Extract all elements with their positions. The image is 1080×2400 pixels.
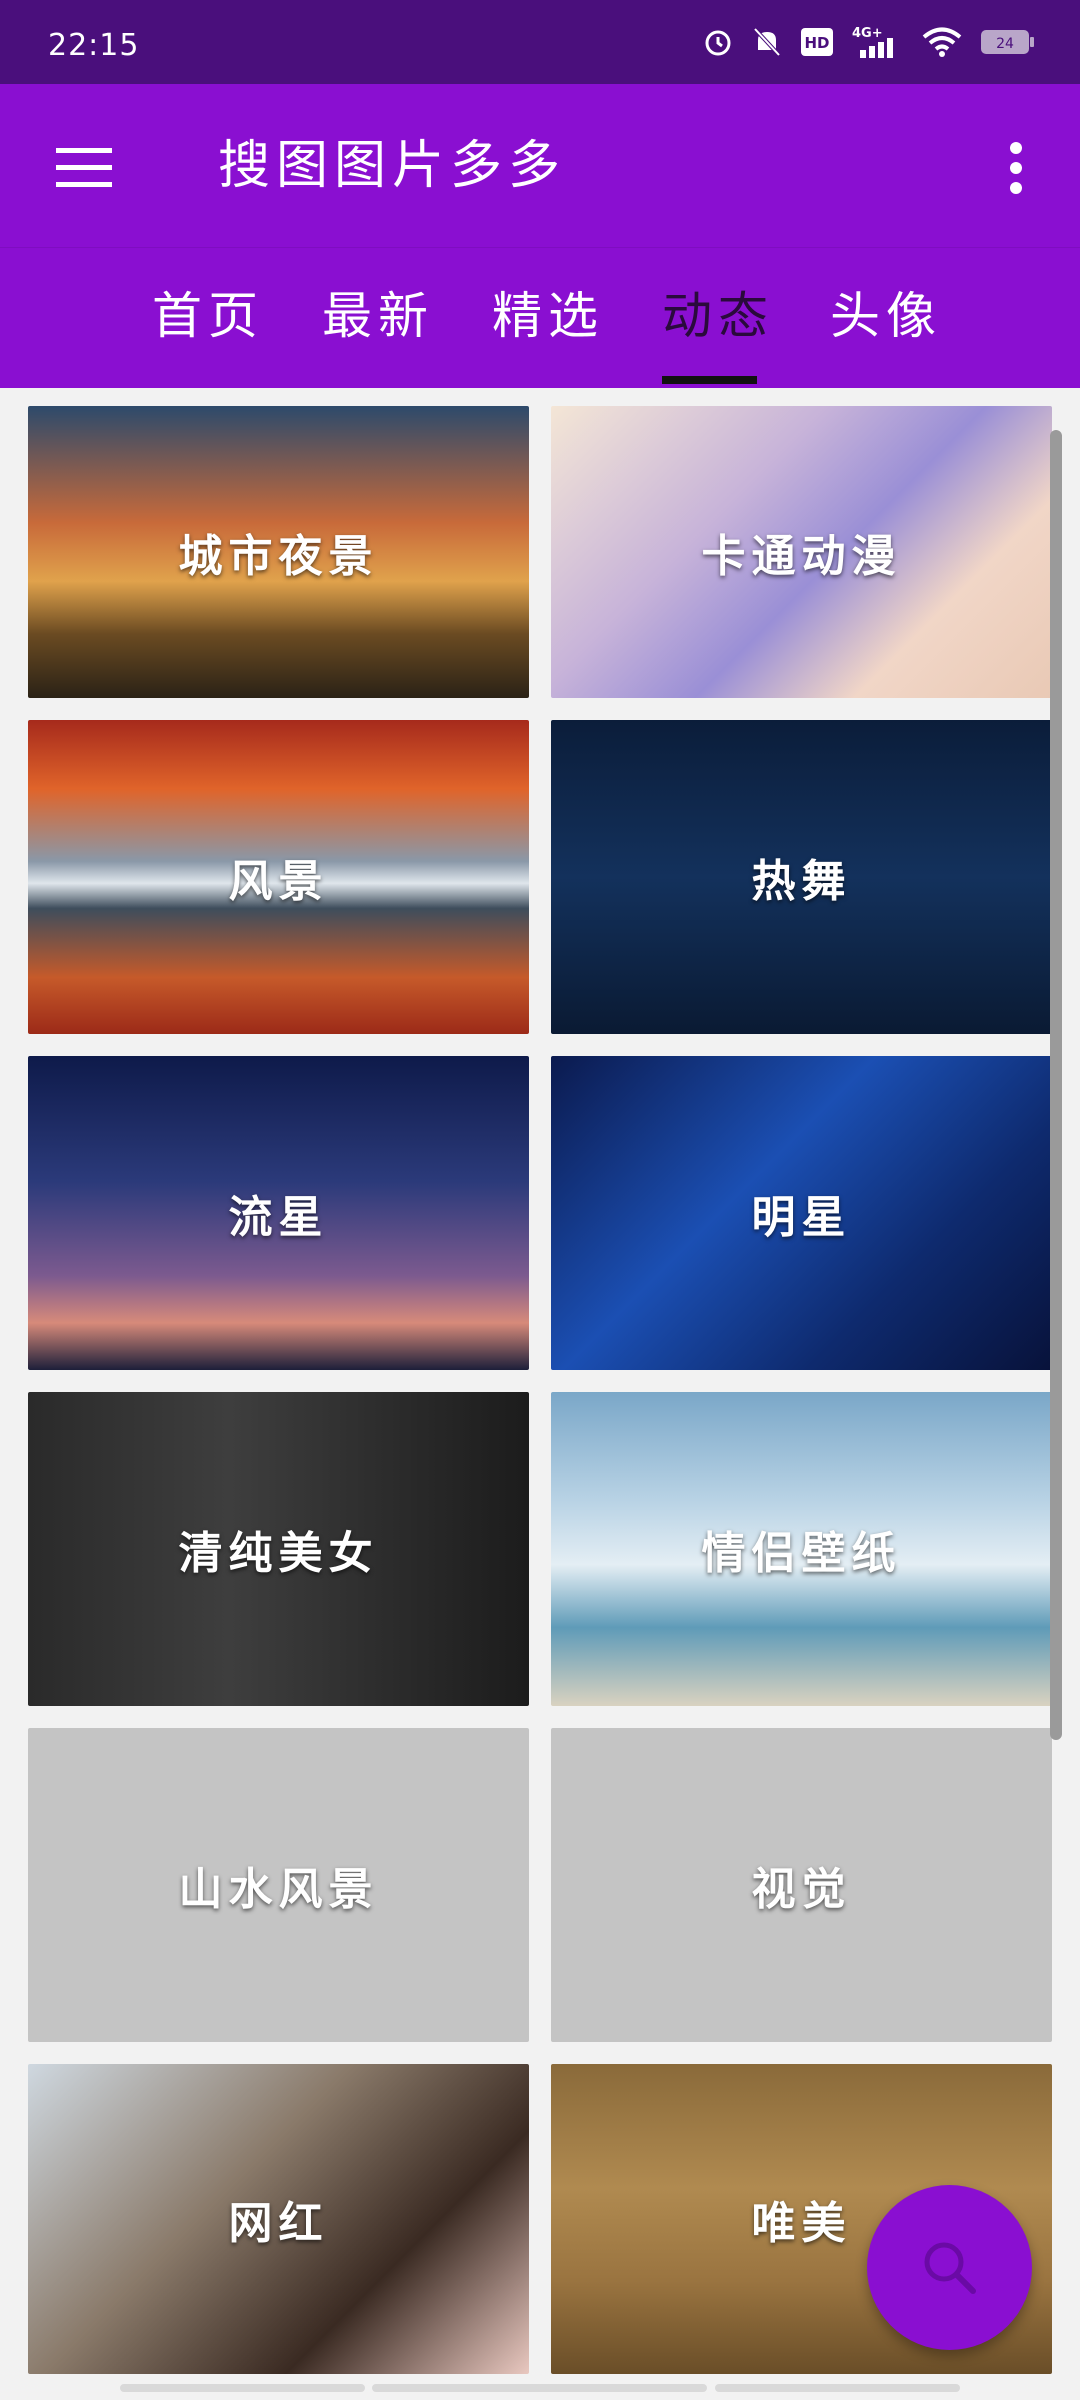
bottom-handle: [0, 2384, 1080, 2400]
status-time: 22:15: [48, 28, 140, 63]
more-vertical-icon[interactable]: [996, 140, 1036, 196]
category-card-landscape[interactable]: 山水风景: [28, 1728, 529, 2042]
mute-icon: [753, 27, 781, 57]
scrollbar[interactable]: [1050, 430, 1062, 1740]
category-label: 风景: [228, 856, 329, 907]
category-card-visual[interactable]: 视觉: [551, 1728, 1052, 2042]
tab-avatar[interactable]: 头像: [830, 284, 942, 348]
app-bar: 搜图图片多多: [0, 84, 1080, 247]
tab-bar: 首页 最新 精选 动态 头像: [0, 247, 1080, 388]
svg-text:4G+: 4G+: [852, 26, 883, 41]
category-label: 清纯美女: [178, 1528, 379, 1579]
menu-icon[interactable]: [56, 148, 112, 188]
svg-text:HD: HD: [804, 34, 829, 52]
category-card-anime[interactable]: 卡通动漫: [551, 406, 1052, 698]
tab-latest[interactable]: 最新: [322, 284, 434, 348]
tab-home[interactable]: 首页: [152, 284, 264, 348]
app-title: 搜图图片多多: [218, 136, 567, 196]
category-label: 网红: [228, 2198, 329, 2249]
wifi-icon: [922, 27, 962, 57]
category-label: 情侣壁纸: [701, 1528, 902, 1579]
category-card-influencer[interactable]: 网红: [28, 2064, 529, 2374]
search-fab[interactable]: [867, 2185, 1032, 2350]
tab-indicator: [662, 376, 757, 384]
status-bar: 22:15 HD 4G+ 24: [0, 0, 1080, 84]
tab-featured[interactable]: 精选: [492, 284, 604, 348]
tab-dynamic[interactable]: 动态: [662, 284, 774, 348]
category-card-couple-wallpaper[interactable]: 情侣壁纸: [551, 1392, 1052, 1706]
alarm-icon: [705, 30, 731, 56]
battery-icon: 24: [981, 30, 1034, 54]
category-label: 山水风景: [178, 1864, 379, 1915]
category-label: 热舞: [751, 856, 852, 907]
hd-icon: HD: [801, 28, 833, 56]
category-grid: 城市夜景 卡通动漫 风景 热舞 流星 明星 清纯美女 情侣壁纸 山水风景 视觉 …: [0, 388, 1080, 2398]
category-card-celebrity[interactable]: 明星: [551, 1056, 1052, 1370]
category-label: 流星: [228, 1192, 329, 1243]
category-label: 城市夜景: [178, 531, 379, 582]
category-label: 视觉: [751, 1864, 852, 1915]
status-icons: HD 4G+ 24: [702, 24, 1036, 60]
category-card-pure-beauty[interactable]: 清纯美女: [28, 1392, 529, 1706]
category-label: 卡通动漫: [701, 531, 902, 582]
battery-level: 24: [996, 36, 1014, 52]
signal-icon: 4G+: [852, 26, 893, 58]
category-card-city-night[interactable]: 城市夜景: [28, 406, 529, 698]
search-icon: [924, 2242, 976, 2294]
category-card-meteor[interactable]: 流星: [28, 1056, 529, 1370]
category-label: 明星: [751, 1192, 852, 1243]
category-card-scenery[interactable]: 风景: [28, 720, 529, 1034]
category-card-dance[interactable]: 热舞: [551, 720, 1052, 1034]
